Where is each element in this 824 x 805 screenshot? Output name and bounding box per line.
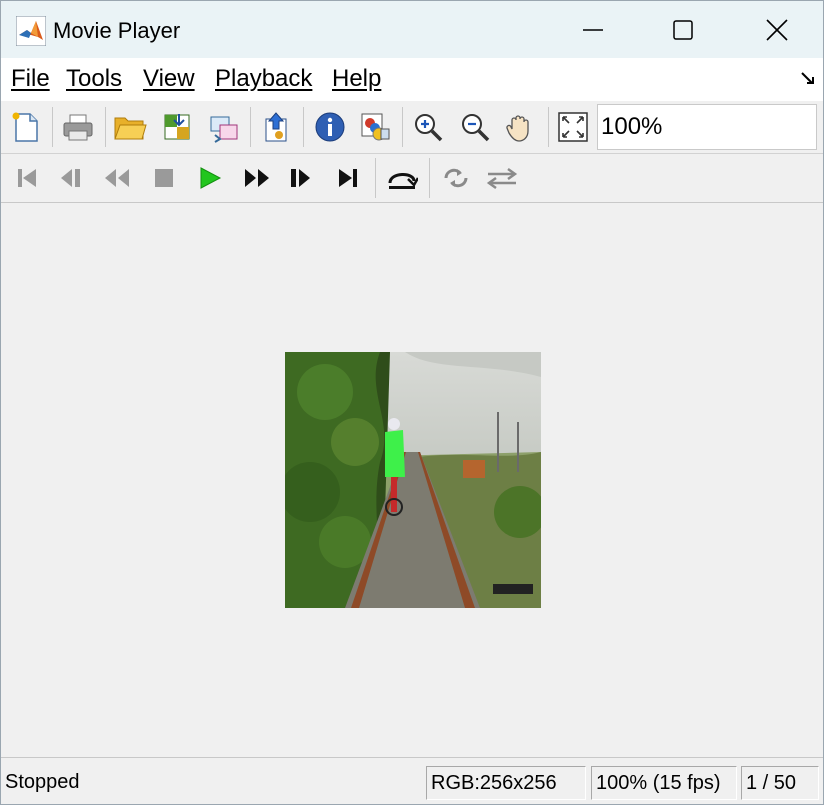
frame-counter-cell: 1 / 50 xyxy=(741,766,819,800)
menu-playback[interactable]: Playback xyxy=(215,65,312,93)
new-button[interactable] xyxy=(7,108,45,146)
play-button[interactable] xyxy=(191,159,229,197)
printer-icon xyxy=(63,114,93,141)
pan-hand-icon xyxy=(506,115,529,142)
rewind-icon xyxy=(105,169,129,187)
menu-file[interactable]: File xyxy=(11,65,50,93)
colormap-button[interactable] xyxy=(356,108,394,146)
zoom-out-button[interactable] xyxy=(456,108,494,146)
play-icon xyxy=(200,167,222,189)
import-icon xyxy=(164,114,190,140)
rewind-button[interactable] xyxy=(98,159,136,197)
open-folder-icon xyxy=(114,117,147,140)
status-bar: Stopped RGB:256x256 100% (15 fps) 1 / 50 xyxy=(1,757,823,804)
close-icon xyxy=(766,18,788,41)
autoreverse-button[interactable] xyxy=(483,159,521,197)
menu-view[interactable]: View xyxy=(143,65,195,93)
export-icon xyxy=(210,116,238,143)
pan-button[interactable] xyxy=(501,108,539,146)
window-title: Movie Player xyxy=(53,18,181,43)
jump-to-button[interactable] xyxy=(383,159,421,197)
playback-toolbar xyxy=(1,154,823,203)
import-button[interactable] xyxy=(158,108,196,146)
menu-bar: File Tools View Playback Help xyxy=(1,58,823,102)
go-to-first-button[interactable] xyxy=(8,159,46,197)
zoom-in-icon xyxy=(415,114,443,142)
movie-player-window: Movie Player File Tools View Playback He… xyxy=(0,0,824,805)
skip-to-start-icon xyxy=(18,169,36,187)
zoom-fps-cell: 100% (15 fps) xyxy=(591,766,737,800)
zoom-out-icon xyxy=(462,114,490,142)
image-info-cell: RGB:256x256 xyxy=(426,766,586,800)
video-frame xyxy=(285,352,541,608)
fast-forward-icon xyxy=(245,169,269,187)
minimize-icon xyxy=(583,28,603,31)
close-button[interactable] xyxy=(731,1,823,58)
autoreverse-icon xyxy=(486,167,518,190)
zoom-in-button[interactable] xyxy=(409,108,447,146)
menu-help[interactable]: Help xyxy=(332,65,381,93)
dock-arrow-icon[interactable] xyxy=(801,70,817,86)
info-button[interactable] xyxy=(311,108,349,146)
fit-to-window-button[interactable] xyxy=(554,108,592,146)
open-button[interactable] xyxy=(111,108,149,146)
step-forward-icon xyxy=(291,169,310,187)
print-button[interactable] xyxy=(59,108,97,146)
menu-tools[interactable]: Tools xyxy=(66,65,122,93)
loop-icon xyxy=(444,168,468,188)
jump-to-icon xyxy=(388,173,418,189)
step-back-icon xyxy=(61,169,80,187)
colormap-icon xyxy=(361,113,390,141)
matlab-logo-icon xyxy=(16,16,46,46)
image-tool-icon xyxy=(265,112,287,142)
maximize-icon xyxy=(673,19,693,40)
zoom-level-field[interactable]: 100% xyxy=(597,104,817,150)
title-bar: Movie Player xyxy=(1,1,823,58)
fast-forward-button[interactable] xyxy=(238,159,276,197)
main-toolbar: 100% xyxy=(1,101,823,154)
open-in-image-tool-button[interactable] xyxy=(257,108,295,146)
stop-icon xyxy=(155,169,173,187)
movie-display-area xyxy=(1,203,823,756)
new-file-icon xyxy=(12,112,38,142)
fit-to-window-icon xyxy=(558,112,588,142)
minimize-button[interactable] xyxy=(547,1,639,58)
skip-to-end-icon xyxy=(339,169,357,187)
step-forward-button[interactable] xyxy=(281,159,319,197)
stop-button[interactable] xyxy=(145,159,183,197)
go-to-last-button[interactable] xyxy=(329,159,367,197)
maximize-button[interactable] xyxy=(637,1,729,58)
export-button[interactable] xyxy=(205,108,243,146)
info-icon xyxy=(315,112,345,142)
loop-button[interactable] xyxy=(437,159,475,197)
playback-status: Stopped xyxy=(5,771,80,793)
step-back-button[interactable] xyxy=(52,159,90,197)
